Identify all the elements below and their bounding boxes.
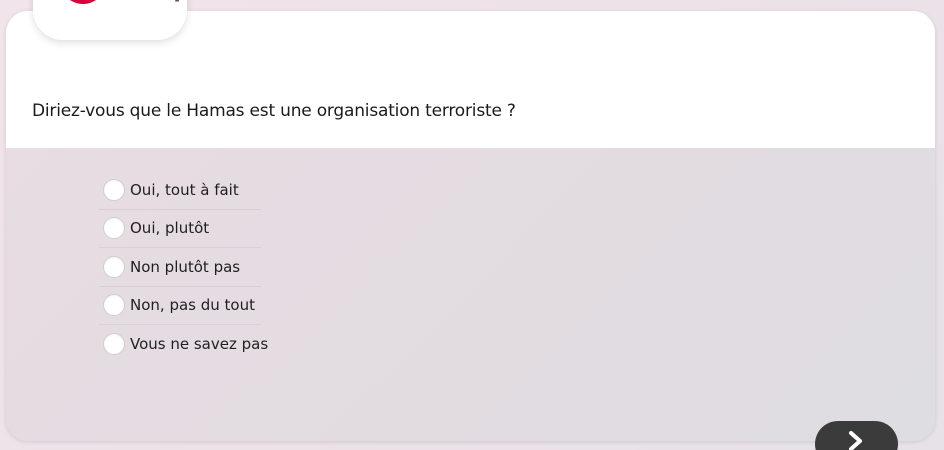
survey-card: Diriez-vous que le Hamas est une organis… (6, 11, 935, 441)
option-non-plutot-pas[interactable]: Non plutôt pas (99, 248, 261, 287)
brand-logo: ifop (33, 0, 187, 40)
option-vous-ne-savez-pas[interactable]: Vous ne savez pas (99, 325, 268, 363)
option-label: Non plutôt pas (130, 257, 241, 276)
option-non-pas-du-tout[interactable]: Non, pas du tout (99, 287, 261, 325)
logo-dot-icon (60, 0, 106, 4)
option-oui-plutot[interactable]: Oui, plutôt (99, 210, 261, 248)
answer-options: Oui, tout à fait Oui, plutôt Non plutôt … (99, 171, 268, 363)
radio-button[interactable] (103, 294, 125, 317)
option-label: Oui, plutôt (130, 219, 210, 238)
option-label: Non, pas du tout (130, 296, 255, 315)
radio-button[interactable] (103, 178, 125, 201)
radio-button[interactable] (103, 255, 125, 278)
chevron-right-icon (849, 431, 862, 450)
radio-button[interactable] (103, 217, 125, 240)
radio-button[interactable] (103, 332, 125, 355)
option-label: Vous ne savez pas (130, 334, 269, 353)
option-label: Oui, tout à fait (130, 180, 239, 199)
option-oui-tout-a-fait[interactable]: Oui, tout à fait (99, 171, 261, 210)
question-text: Diriez-vous que le Hamas est une organis… (32, 101, 516, 121)
next-button[interactable] (815, 421, 898, 450)
